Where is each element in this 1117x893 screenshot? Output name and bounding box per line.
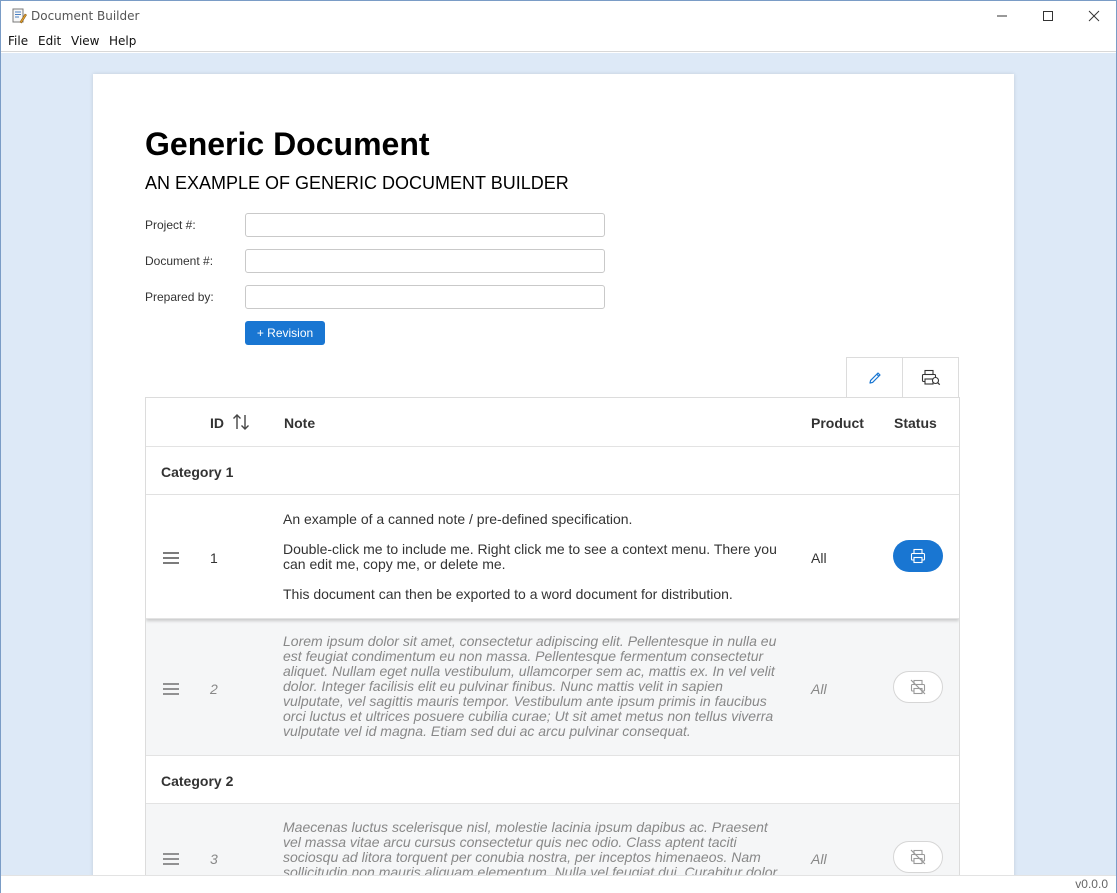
close-button[interactable] <box>1071 1 1117 31</box>
id-column-header[interactable]: ID <box>210 415 224 431</box>
notes-table: ID Note Product Status Category 1 1 An e… <box>145 397 960 875</box>
exclude-status-button[interactable] <box>893 841 943 873</box>
document-pencil-icon <box>11 8 27 24</box>
product-column-header: Product <box>811 415 864 431</box>
printer-off-icon <box>910 679 926 695</box>
add-revision-button[interactable]: + Revision <box>245 321 325 345</box>
status-bar: v0.0.0 <box>1 875 1116 893</box>
project-number-input[interactable] <box>245 213 605 237</box>
row-id: 3 <box>210 851 218 867</box>
document-title: Generic Document <box>145 126 430 162</box>
document-number-input[interactable] <box>245 249 605 273</box>
row-product: All <box>811 550 827 566</box>
pencil-icon <box>868 372 881 384</box>
minimize-icon <box>997 15 1007 17</box>
document-page: Generic Document AN EXAMPLE OF GENERIC D… <box>93 74 1014 875</box>
maximize-button[interactable] <box>1025 1 1071 31</box>
document-number-label: Document #: <box>145 254 214 268</box>
note-paragraph: This document can then be exported to a … <box>283 586 733 602</box>
printer-icon <box>910 548 926 564</box>
category-label: Category 1 <box>161 464 234 480</box>
include-status-button[interactable] <box>893 540 943 572</box>
table-row[interactable]: 2 Lorem ipsum dolor sit amet, consectetu… <box>146 619 959 756</box>
row-product: All <box>811 681 827 697</box>
note-column-header: Note <box>284 415 316 431</box>
note-paragraph: Lorem ipsum dolor sit amet, consectetur … <box>283 633 777 739</box>
row-note: Lorem ipsum dolor sit amet, consectetur … <box>283 634 783 739</box>
sort-arrows-icon[interactable] <box>232 413 250 436</box>
menu-help[interactable]: Help <box>109 34 136 48</box>
table-row[interactable]: 3 Maecenas luctus scelerisque nisl, mole… <box>146 804 959 875</box>
menu-view[interactable]: View <box>71 34 99 48</box>
menu-bar: File Edit View Help <box>1 31 1116 52</box>
row-note: An example of a canned note / pre-define… <box>283 512 783 602</box>
row-product: All <box>811 851 827 867</box>
app-window: Document Builder File Edit View Help Gen… <box>0 0 1117 893</box>
table-row[interactable]: 1 An example of a canned note / pre-defi… <box>146 495 959 619</box>
window-title: Document Builder <box>31 9 140 23</box>
menu-edit[interactable]: Edit <box>38 34 61 48</box>
exclude-status-button[interactable] <box>893 671 943 703</box>
document-subtitle: AN EXAMPLE OF GENERIC DOCUMENT BUILDER <box>145 173 569 193</box>
row-id: 1 <box>210 550 218 566</box>
note-paragraph: An example of a canned note / pre-define… <box>283 511 633 527</box>
workspace[interactable]: Generic Document AN EXAMPLE OF GENERIC D… <box>1 53 1116 875</box>
note-paragraph: Double-click me to include me. Right cli… <box>283 541 777 572</box>
minimize-button[interactable] <box>979 1 1025 31</box>
row-note: Maecenas luctus scelerisque nisl, molest… <box>283 819 783 876</box>
category-row[interactable]: Category 1 <box>146 447 959 495</box>
printer-off-icon <box>910 849 926 865</box>
drag-handle-icon[interactable] <box>162 551 180 564</box>
table-header: ID Note Product Status <box>146 398 959 447</box>
tab-preview[interactable] <box>902 357 959 398</box>
project-number-label: Project #: <box>145 218 196 232</box>
prepared-by-input[interactable] <box>245 285 605 309</box>
category-row[interactable]: Category 2 <box>146 756 959 804</box>
note-paragraph: Maecenas luctus scelerisque nisl, molest… <box>283 819 778 876</box>
category-label: Category 2 <box>161 773 234 789</box>
tab-edit[interactable] <box>846 357 903 398</box>
title-bar: Document Builder <box>1 1 1116 31</box>
status-column-header: Status <box>894 415 937 431</box>
close-icon <box>1088 10 1100 22</box>
drag-handle-icon[interactable] <box>162 852 180 865</box>
prepared-by-label: Prepared by: <box>145 290 214 304</box>
version-label: v0.0.0 <box>1075 877 1108 891</box>
maximize-icon <box>1043 11 1053 21</box>
drag-handle-icon[interactable] <box>162 682 180 695</box>
row-id: 2 <box>210 681 218 697</box>
print-preview-icon <box>921 369 940 386</box>
menu-file[interactable]: File <box>8 34 28 48</box>
